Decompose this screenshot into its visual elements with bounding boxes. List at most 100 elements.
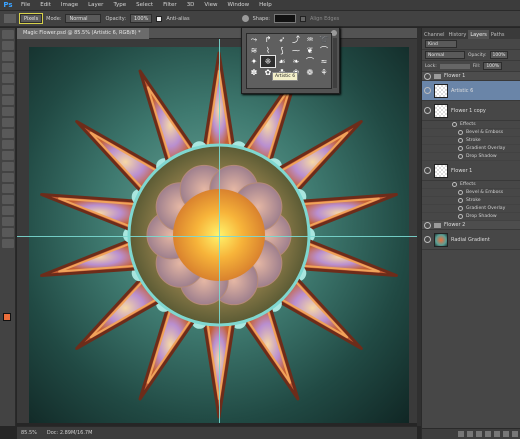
layer-group-flower-2[interactable]: Flower 2	[422, 221, 520, 230]
zoom-tool-icon[interactable]	[1, 239, 14, 248]
guide-horizontal[interactable]	[17, 236, 417, 237]
eye-icon[interactable]	[458, 154, 463, 159]
layer-flower-1-copy[interactable]: Flower 1 copy	[422, 101, 520, 121]
blur-tool-icon[interactable]	[1, 162, 14, 171]
clone-stamp-tool-icon[interactable]	[1, 118, 14, 127]
path-select-tool-icon[interactable]	[1, 206, 14, 215]
menu-edit[interactable]: Edit	[35, 2, 56, 8]
eye-icon[interactable]	[452, 122, 457, 127]
shape-option[interactable]: ➶	[275, 34, 289, 45]
effects-header[interactable]: Effects	[422, 121, 520, 129]
eye-icon[interactable]	[458, 130, 463, 135]
eye-icon[interactable]	[424, 236, 431, 243]
shape-option[interactable]: ☙	[275, 56, 289, 67]
hand-tool-icon[interactable]	[1, 228, 14, 237]
eye-icon[interactable]	[458, 206, 463, 211]
healing-tool-icon[interactable]	[1, 96, 14, 105]
eye-icon[interactable]	[424, 107, 431, 114]
guide-vertical[interactable]	[219, 39, 220, 423]
effect-item[interactable]: Bevel & Emboss	[422, 129, 520, 137]
eye-icon[interactable]	[424, 72, 431, 80]
link-icon[interactable]	[458, 431, 464, 437]
history-brush-tool-icon[interactable]	[1, 129, 14, 138]
eyedropper-tool-icon[interactable]	[1, 85, 14, 94]
kind-filter-select[interactable]: Kind	[425, 40, 457, 48]
align-edges-checkbox[interactable]	[299, 15, 306, 22]
shape-option[interactable]: ❧	[289, 56, 303, 67]
shape-option[interactable]: ✦	[247, 56, 261, 67]
tab-history[interactable]: History	[447, 30, 469, 39]
marquee-tool-icon[interactable]	[1, 41, 14, 50]
eye-icon[interactable]	[424, 87, 431, 94]
eye-icon[interactable]	[458, 198, 463, 203]
document-tab[interactable]: Magic Flower.psd @ 85.5% (Artistic 6, RG…	[17, 27, 149, 39]
lasso-tool-icon[interactable]	[1, 52, 14, 61]
menu-type[interactable]: Type	[108, 2, 131, 8]
antialias-checkbox[interactable]	[156, 15, 163, 22]
shape-option[interactable]: ⤴	[289, 34, 303, 45]
effect-item[interactable]: Stroke	[422, 197, 520, 205]
gear-icon[interactable]	[241, 15, 249, 22]
shape-picker-swatch[interactable]	[273, 14, 296, 23]
shape-option[interactable]: ✽	[247, 67, 261, 78]
layer-radial-gradient[interactable]: Radial Gradient	[422, 230, 520, 250]
shape-option[interactable]: ↱	[261, 34, 275, 45]
layer-flower-1[interactable]: Flower 1	[422, 161, 520, 181]
tab-layers[interactable]: Layers	[468, 30, 489, 39]
eraser-tool-icon[interactable]	[1, 140, 14, 149]
menu-view[interactable]: View	[199, 2, 222, 8]
canvas-area[interactable]	[17, 39, 417, 423]
lock-icons[interactable]	[439, 63, 470, 69]
zoom-level[interactable]: 85.5%	[21, 430, 37, 436]
custom-shape-tool-icon[interactable]	[4, 14, 16, 23]
effect-item[interactable]: Stroke	[422, 137, 520, 145]
eye-icon[interactable]	[452, 182, 457, 187]
shape-option[interactable]: ⟆	[275, 45, 289, 56]
shape-option[interactable]: ≋	[247, 45, 261, 56]
eye-icon[interactable]	[458, 190, 463, 195]
menu-file[interactable]: File	[16, 2, 35, 8]
eye-icon[interactable]	[424, 221, 431, 229]
blend-mode-select[interactable]: Normal	[65, 14, 102, 23]
shape-option[interactable]: ⚘	[317, 67, 331, 78]
menu-3d[interactable]: 3D	[182, 2, 200, 8]
shape-tool-icon[interactable]	[1, 217, 14, 226]
pen-tool-icon[interactable]	[1, 184, 14, 193]
menu-select[interactable]: Select	[131, 2, 158, 8]
menu-help[interactable]: Help	[254, 2, 277, 8]
eye-icon[interactable]	[458, 214, 463, 219]
shape-option[interactable]: ❦	[303, 45, 317, 56]
new-layer-icon[interactable]	[503, 431, 509, 437]
quick-select-tool-icon[interactable]	[1, 63, 14, 72]
gradient-tool-icon[interactable]	[1, 151, 14, 160]
tab-paths[interactable]: Paths	[489, 30, 507, 39]
effect-item[interactable]: Drop Shadow	[422, 213, 520, 221]
trash-icon[interactable]	[512, 431, 518, 437]
tool-mode-select[interactable]: Pixels	[18, 13, 44, 24]
shape-option[interactable]: ♒	[303, 34, 317, 45]
menu-filter[interactable]: Filter	[158, 2, 182, 8]
shape-option[interactable]: ≈	[317, 56, 331, 67]
menu-image[interactable]: Image	[56, 2, 83, 8]
layer-artistic-6[interactable]: Artistic 6	[422, 81, 520, 101]
shape-option[interactable]: ⁓	[289, 45, 303, 56]
layer-blend-select[interactable]: Normal	[425, 51, 465, 59]
picker-scrollbar[interactable]	[333, 38, 337, 88]
adjustment-icon[interactable]	[485, 431, 491, 437]
dodge-tool-icon[interactable]	[1, 173, 14, 182]
fill-field[interactable]: 100%	[483, 62, 503, 70]
shape-option[interactable]: ⤳	[247, 34, 261, 45]
shape-option[interactable]: ⌒	[317, 45, 331, 56]
effect-item[interactable]: Bevel & Emboss	[422, 189, 520, 197]
eye-icon[interactable]	[458, 146, 463, 151]
shape-option[interactable]: ❁	[303, 67, 317, 78]
mask-icon[interactable]	[476, 431, 482, 437]
menu-layer[interactable]: Layer	[83, 2, 108, 8]
effect-item[interactable]: Gradient Overlay	[422, 205, 520, 213]
fx-icon[interactable]	[467, 431, 473, 437]
menu-window[interactable]: Window	[222, 2, 254, 8]
effect-item[interactable]: Drop Shadow	[422, 153, 520, 161]
effect-item[interactable]: Gradient Overlay	[422, 145, 520, 153]
shape-option[interactable]: ❈	[260, 55, 276, 68]
move-tool-icon[interactable]	[1, 30, 14, 39]
